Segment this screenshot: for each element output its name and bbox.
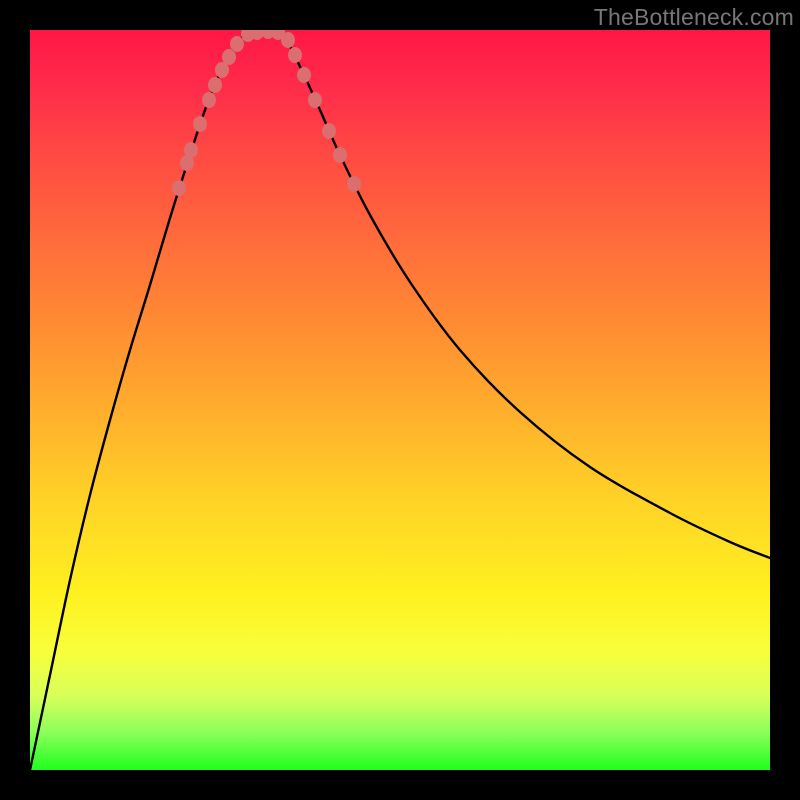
marker-left-4: [202, 92, 216, 108]
marker-left-8: [230, 36, 244, 52]
marker-right-5: [333, 147, 347, 163]
marker-right-2: [297, 67, 311, 83]
marker-right-3: [308, 92, 322, 108]
marker-left-2: [184, 142, 198, 158]
marker-left-3: [193, 116, 207, 132]
curve-right-branch: [285, 34, 770, 558]
marker-right-1: [288, 47, 302, 63]
chart-container: TheBottleneck.com: [0, 0, 800, 800]
marker-right-0: [281, 32, 295, 48]
marker-left-5: [208, 77, 222, 93]
watermark-text: TheBottleneck.com: [594, 4, 794, 31]
marker-right-4: [322, 123, 336, 139]
marker-left-7: [222, 49, 236, 65]
marker-right-6: [347, 176, 361, 192]
plot-area: [30, 30, 770, 770]
marker-left-0: [172, 180, 186, 196]
curve-left-branch: [30, 34, 245, 770]
curve-svg: [30, 30, 770, 770]
